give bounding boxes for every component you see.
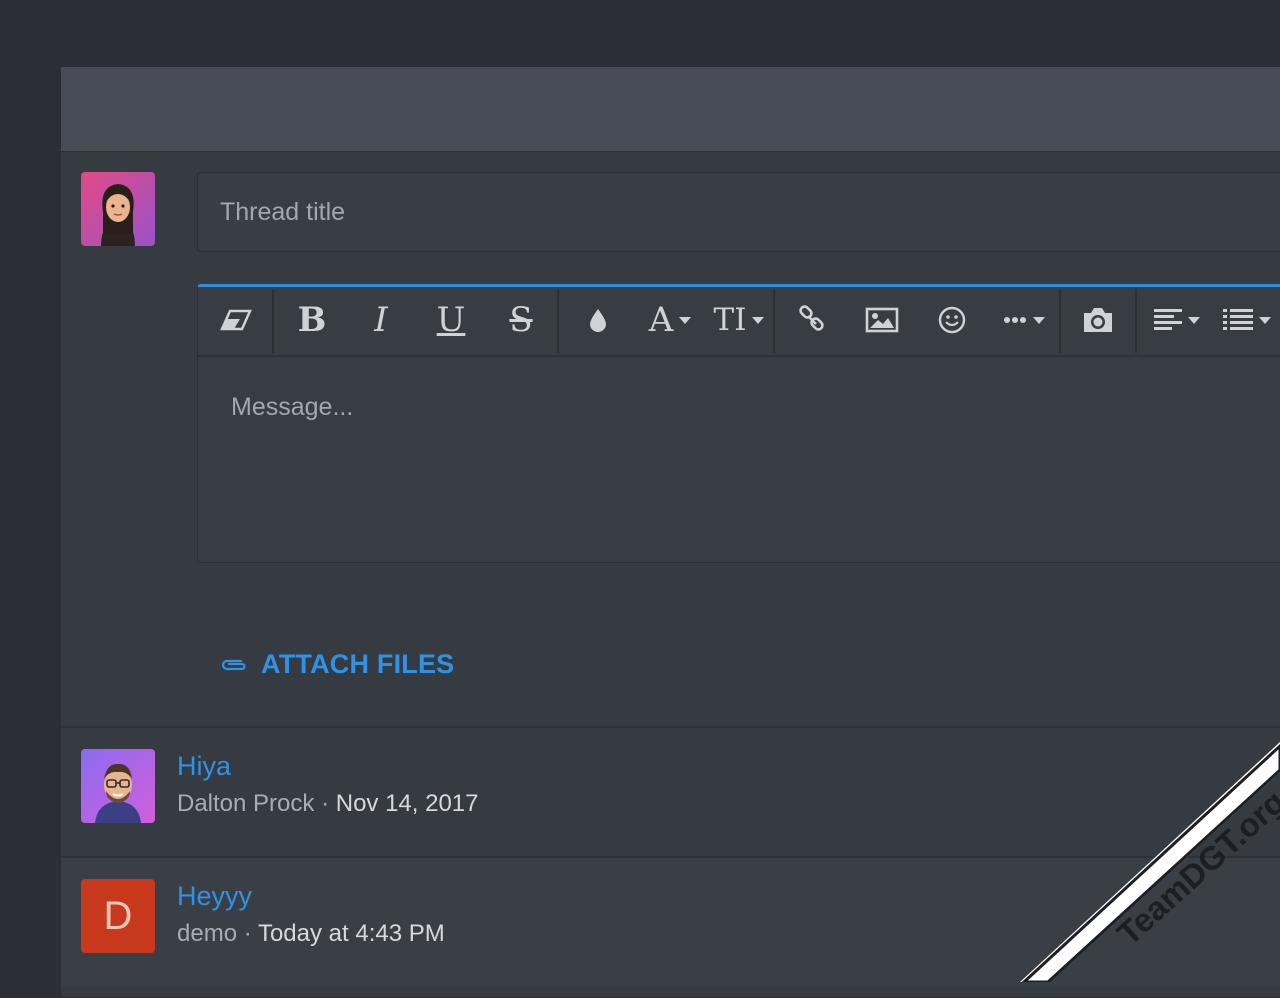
thread-title-input[interactable] [197,172,1280,252]
chevron-down-icon [752,316,765,324]
paperclip-icon [221,659,246,670]
list-button[interactable] [1218,287,1276,353]
font-family-button[interactable]: A [642,287,698,353]
alignment-button[interactable] [1150,287,1204,353]
chevron-down-icon [1188,316,1200,324]
message-input[interactable] [198,355,1280,562]
eraser-icon[interactable] [216,287,256,353]
thread-date: Nov 14, 2017 [335,790,479,817]
list-icon [1223,309,1253,330]
align-left-icon [1154,309,1182,330]
camera-icon[interactable] [1078,287,1118,353]
current-user-avatar[interactable] [81,172,155,246]
avatar[interactable]: D [81,879,155,953]
toolbar-separator [1059,289,1061,353]
editor-toolbar: B I U S A TI [198,287,1280,357]
link-icon[interactable] [792,287,832,353]
italic-button[interactable]: I [361,287,401,353]
toolbar-separator [557,289,559,353]
thread-title-link[interactable]: Hiya [177,751,231,782]
image-icon[interactable] [862,287,902,353]
chevron-down-icon [1259,316,1271,324]
smiley-icon[interactable] [932,287,972,353]
font-size-glyph: TI [713,302,747,338]
droplet-icon[interactable] [578,287,618,353]
toolbar-separator [272,289,274,353]
toolbar-separator [773,289,775,353]
watermark-text: TeamDGT.org [1110,783,1280,952]
watermark: TeamDGT.org [1020,742,1280,982]
thread-date: Today at 4:43 PM [257,920,445,947]
font-family-glyph: A [648,300,674,340]
strikethrough-button[interactable]: S [501,287,541,353]
thread-title-link[interactable]: Heyyy [177,881,252,912]
letter-avatar: D [81,879,155,953]
toolbar-separator [1135,289,1137,353]
more-options-button[interactable] [998,287,1050,353]
chevron-down-icon [679,316,692,324]
author-link[interactable]: demo [177,920,237,947]
meta-separator: · [243,920,252,947]
panel-header [61,67,1280,152]
attach-files-label: ATTACH FILES [261,649,455,679]
attach-files-button[interactable]: ATTACH FILES [219,649,454,680]
ellipsis-icon [1004,317,1026,323]
underline-button[interactable]: U [431,287,471,353]
thread-meta: Dalton Prock · Nov 14, 2017 [177,790,479,818]
message-editor: B I U S A TI [197,284,1280,563]
font-size-button[interactable]: TI [710,287,768,353]
thread-meta: demo · Today at 4:43 PM [177,920,445,948]
avatar[interactable] [81,749,155,823]
chevron-down-icon [1033,316,1045,324]
bold-button[interactable]: B [292,287,332,353]
author-link[interactable]: Dalton Prock [177,790,314,817]
meta-separator: · [321,790,330,817]
